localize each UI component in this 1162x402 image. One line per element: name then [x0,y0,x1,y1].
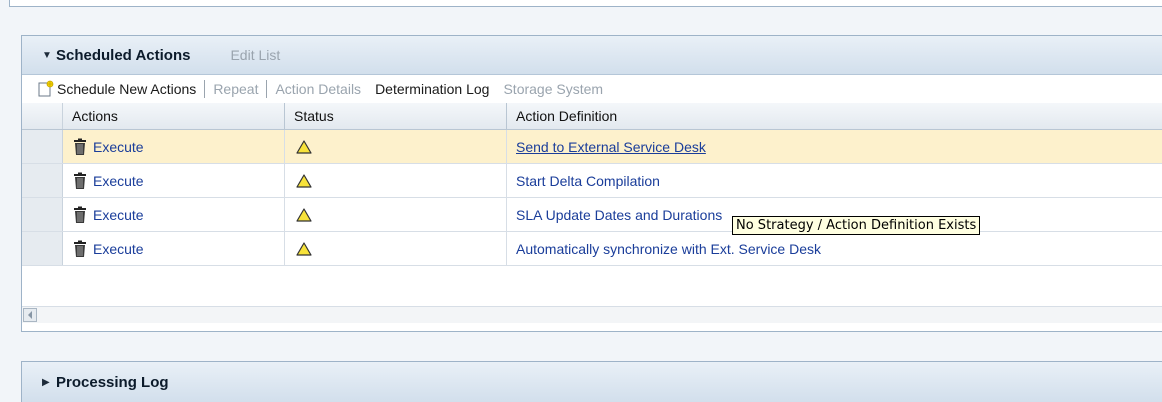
warning-triangle-icon [296,139,312,154]
action-cell: Execute [63,130,285,163]
scheduled-actions-panel: ▼ Scheduled Actions Edit List Schedule N… [21,35,1162,332]
action-definition-link[interactable]: Automatically synchronize with Ext. Serv… [516,241,821,257]
collapse-triangle-icon[interactable]: ▼ [42,50,56,61]
execute-link[interactable]: Execute [93,241,144,257]
storage-system-button[interactable]: Storage System [503,81,603,97]
action-definition-link[interactable]: Start Delta Compilation [516,173,660,189]
toolbar-separator [204,80,206,98]
trash-icon[interactable] [72,206,88,224]
warning-triangle-icon [296,173,312,188]
actions-table: Actions Status Action Definition Execute… [22,103,1162,266]
row-selector[interactable] [22,232,63,265]
select-all-cell[interactable] [22,103,63,129]
schedule-new-actions-button[interactable]: Schedule New Actions [57,81,196,97]
row-selector[interactable] [22,164,63,197]
expand-triangle-icon[interactable]: ▶ [42,377,56,388]
execute-link[interactable]: Execute [93,139,144,155]
scheduled-actions-header[interactable]: ▼ Scheduled Actions Edit List [22,36,1162,75]
status-cell [285,232,507,265]
panel-title: Processing Log [56,373,169,391]
action-cell: Execute [63,198,285,231]
column-header-status[interactable]: Status [285,103,507,129]
toolbar-separator [266,80,268,98]
action-cell: Execute [63,232,285,265]
toolbar: Schedule New Actions Repeat Action Detai… [22,75,1162,103]
tooltip: No Strategy / Action Definition Exists [732,216,981,235]
warning-triangle-icon [296,241,312,256]
action-details-button[interactable]: Action Details [275,81,361,97]
action-definition-link[interactable]: SLA Update Dates and Durations [516,207,722,223]
table-row[interactable]: Execute Start Delta Compilation [22,164,1162,198]
processing-log-panel: ▶ Processing Log [21,361,1162,402]
action-definition-cell: Automatically synchronize with Ext. Serv… [507,232,1162,265]
status-cell [285,164,507,197]
column-header-action-definition[interactable]: Action Definition [507,103,1162,129]
action-definition-cell: Start Delta Compilation [507,164,1162,197]
trash-icon[interactable] [72,172,88,190]
table-row[interactable]: Execute SLA Update Dates and Durations [22,198,1162,232]
execute-link[interactable]: Execute [93,207,144,223]
top-panel-edge [9,0,1162,7]
processing-log-header[interactable]: ▶ Processing Log [22,362,1162,402]
row-selector[interactable] [22,130,63,163]
trash-icon[interactable] [72,138,88,156]
determination-log-button[interactable]: Determination Log [375,81,489,97]
action-cell: Execute [63,164,285,197]
status-cell [285,130,507,163]
trash-icon[interactable] [72,240,88,258]
scroll-left-icon[interactable] [23,308,37,322]
action-definition-cell: Send to External Service Desk [507,130,1162,163]
new-document-icon[interactable] [37,80,55,98]
horizontal-scrollbar[interactable] [22,306,1162,323]
edit-list-link[interactable]: Edit List [230,47,280,63]
status-cell [285,198,507,231]
repeat-button[interactable]: Repeat [213,81,258,97]
row-selector[interactable] [22,198,63,231]
action-definition-link[interactable]: Send to External Service Desk [516,139,706,155]
panel-title: Scheduled Actions [56,46,191,64]
table-header-row: Actions Status Action Definition [22,103,1162,130]
column-header-actions[interactable]: Actions [63,103,285,129]
table-row[interactable]: Execute Automatically synchronize with E… [22,232,1162,266]
warning-triangle-icon [296,207,312,222]
execute-link[interactable]: Execute [93,173,144,189]
table-row[interactable]: Execute Send to External Service Desk [22,130,1162,164]
